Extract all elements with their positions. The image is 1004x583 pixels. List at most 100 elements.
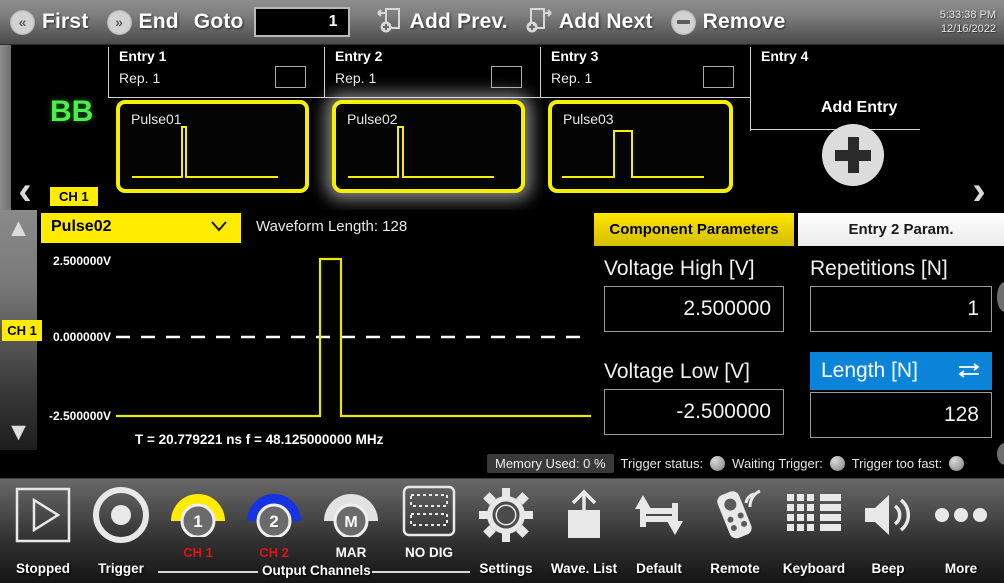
entries-prev-arrow[interactable]: ‹ [8,171,42,211]
entry-card-3[interactable]: Entry 3 Rep. 1 Pulse03 [540,45,750,210]
waiting-trigger-led [829,456,845,471]
voltage-low-input[interactable]: -2.500000 [604,389,784,435]
speaker-icon [856,484,920,546]
toolbar-item-beep[interactable]: Beep [856,479,920,583]
goto-group: Goto 1 [188,7,350,37]
toolbar-item-nodig[interactable]: NO DIG [392,479,466,583]
channel-scroll-rail: ▲ CH 1 ▼ [0,210,42,450]
play-button-icon [4,484,82,546]
entry-card-1[interactable]: Entry 1 Rep. 1 Pulse01 [108,45,324,210]
entry-waveform-name-2: Pulse02 [347,111,398,127]
voltage-high-label: Voltage High [V] [604,257,755,280]
plus-icon-vertical [847,137,859,173]
toolbar-item-stopped[interactable]: Stopped [4,479,82,583]
top-toolbar: « First » End Goto 1 Add Prev. Add Next … [0,0,1004,45]
toolbar-sub-ch2: CH 2 [259,545,289,560]
y-axis-label-mid: 0.000000V [53,330,112,344]
entry-checkbox-3[interactable] [703,66,734,88]
chevron-down-icon[interactable]: ▼ [0,417,37,447]
loop-arrows-icon [624,484,694,546]
toolbar-item-default[interactable]: Default [624,479,694,583]
gear-icon [470,484,542,546]
entries-channel-tag[interactable]: CH 1 [50,187,98,206]
entry-divider-1 [108,47,109,97]
entry-checkbox-2[interactable] [491,66,522,88]
entry-divider-2 [324,47,325,97]
minus-circle-icon [670,9,696,35]
toolbar-sub-ch1: CH 1 [183,545,213,560]
add-entry-button[interactable] [822,124,884,186]
entry-thumbnail-2[interactable]: Pulse02 [332,100,525,193]
status-strip: Memory Used: 0 % Trigger status: Waiting… [487,452,965,475]
clock: 5:33:38 PM 12/16/2022 [940,8,1004,36]
double-chevron-right-icon: » [106,9,132,35]
entry-thumbnail-3[interactable]: Pulse03 [548,100,733,193]
entry-title-1: Entry 1 [119,48,167,64]
double-chevron-left-icon: « [10,9,35,35]
entry-card-4[interactable]: Entry 4 Add Entry [750,45,962,210]
voltage-high-field: Voltage High [V] 2.500000 [604,257,784,332]
tab-component-parameters[interactable]: Component Parameters [594,213,794,246]
add-prev-label: Add Prev. [409,10,508,33]
toolbar-label-wave-list: Wave. List [550,561,618,576]
length-input[interactable]: 128 [810,392,992,438]
toolbar-item-ch1[interactable]: 1 CH 1 [166,479,230,583]
side-scroll-knob-bottom[interactable] [997,443,1004,465]
entry-checkbox-1[interactable] [275,66,306,88]
timing-info: T = 20.779221 ns f = 48.125000000 MHz [135,432,384,447]
length-label: Length [N] [821,359,918,382]
goto-input[interactable]: 1 [253,7,350,37]
toolbar-label-remote: Remote [710,561,760,576]
add-prev-button[interactable]: Add Prev. [368,0,517,45]
repetitions-input[interactable]: 1 [810,286,992,332]
length-toggle-button[interactable]: Length [N] [810,352,992,390]
editor-channel-tag[interactable]: CH 1 [2,320,42,341]
remove-button[interactable]: Remove [662,0,795,45]
chevron-up-icon[interactable]: ▲ [0,213,37,243]
add-next-button[interactable]: Add Next [517,0,662,45]
toolbar-item-keyboard[interactable]: Keyboard [774,479,854,583]
entry-header-4: Entry 4 [750,45,962,131]
entry-card-2[interactable]: Entry 2 Rep. 1 Pulse02 [324,45,540,210]
waveform-select[interactable]: Pulse02 [41,213,241,243]
toolbar-item-settings[interactable]: Settings [470,479,542,583]
toolbar-item-trigger[interactable]: Trigger [84,479,158,583]
keyboard-icon [774,484,854,546]
toolbar-item-wave-list[interactable]: Wave. List [546,479,622,583]
entry-title-2: Entry 2 [335,48,383,64]
repetitions-label: Repetitions [N] [810,257,948,280]
entries-strip: BB ‹ CH 1 › Entry 1 Rep. 1 Pulse01 Entry… [0,45,1004,211]
goto-label: Goto [193,10,244,33]
memory-used-badge: Memory Used: 0 % [487,454,614,473]
add-next-label: Add Next [558,10,653,33]
first-button[interactable]: « First [0,0,98,45]
toolbar-label-default: Default [636,561,682,576]
chevron-down-icon [209,219,229,236]
length-field: 128 [810,392,992,438]
toolbar-item-more[interactable]: More [922,479,1000,583]
entry-thumbnail-1[interactable]: Pulse01 [116,100,309,193]
tab-entry-parameters[interactable]: Entry 2 Param. [798,213,1004,246]
waveform-length-label: Waveform Length: 128 [256,218,408,235]
svg-text:2: 2 [269,512,278,531]
add-prev-icon [376,6,403,39]
svg-text:1: 1 [193,512,202,531]
entry-divider-3 [540,47,541,97]
entries-next-arrow[interactable]: › [962,171,996,211]
y-axis-label-bot: -2.500000V [49,409,112,423]
toolbar-item-remote[interactable]: Remote [698,479,772,583]
output-channels-label: Output Channels [262,563,371,578]
end-label: End [138,10,179,33]
voltage-high-input[interactable]: 2.500000 [604,286,784,332]
trigger-status-label: Trigger status: [620,456,704,471]
end-button[interactable]: » End [98,0,188,45]
entry-waveform-name-3: Pulse03 [563,111,614,127]
y-axis-label-top: 2.500000V [53,254,112,268]
output-channels-rule-left [158,571,258,573]
entry-rep-2: Rep. 1 [335,70,377,86]
toolbar-sub-nodig: NO DIG [404,545,453,560]
toolbar-label-beep: Beep [871,561,905,576]
entry-underline-2 [324,97,540,98]
clock-time: 5:33:38 PM [939,9,996,21]
ellipsis-icon [922,484,1000,546]
